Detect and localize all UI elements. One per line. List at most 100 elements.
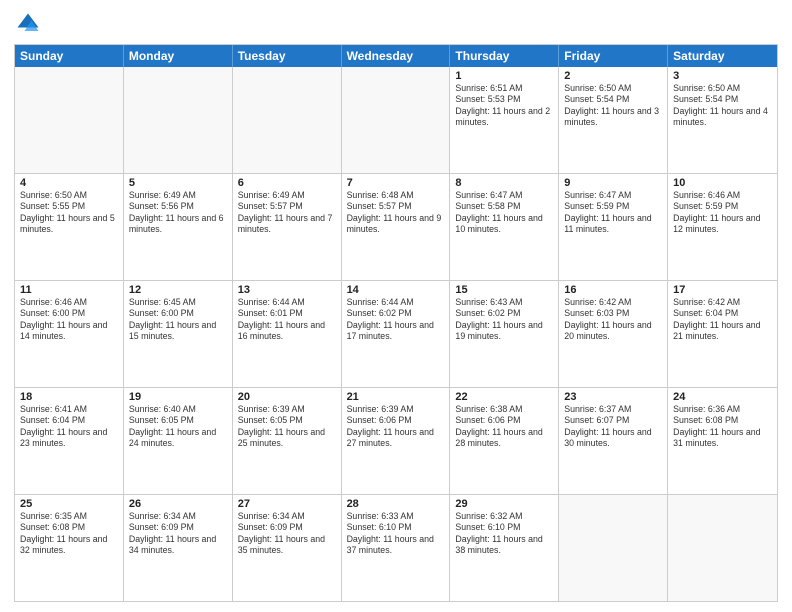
cell-info: Sunrise: 6:47 AM Sunset: 5:58 PM Dayligh… [455,190,553,236]
calendar-cell: 16Sunrise: 6:42 AM Sunset: 6:03 PM Dayli… [559,281,668,387]
day-number: 7 [347,177,445,189]
cell-info: Sunrise: 6:42 AM Sunset: 6:04 PM Dayligh… [673,297,772,343]
day-number: 14 [347,284,445,296]
day-number: 28 [347,498,445,510]
calendar-body: 1Sunrise: 6:51 AM Sunset: 5:53 PM Daylig… [15,67,777,601]
cell-info: Sunrise: 6:49 AM Sunset: 5:56 PM Dayligh… [129,190,227,236]
cell-info: Sunrise: 6:49 AM Sunset: 5:57 PM Dayligh… [238,190,336,236]
cell-info: Sunrise: 6:39 AM Sunset: 6:06 PM Dayligh… [347,404,445,450]
logo-icon [14,10,42,38]
calendar-cell [668,495,777,601]
day-number: 1 [455,70,553,82]
day-number: 11 [20,284,118,296]
day-number: 6 [238,177,336,189]
cell-info: Sunrise: 6:51 AM Sunset: 5:53 PM Dayligh… [455,83,553,129]
calendar-cell: 6Sunrise: 6:49 AM Sunset: 5:57 PM Daylig… [233,174,342,280]
cell-info: Sunrise: 6:41 AM Sunset: 6:04 PM Dayligh… [20,404,118,450]
day-number: 16 [564,284,662,296]
cell-info: Sunrise: 6:50 AM Sunset: 5:55 PM Dayligh… [20,190,118,236]
calendar-cell: 7Sunrise: 6:48 AM Sunset: 5:57 PM Daylig… [342,174,451,280]
calendar-header-cell: Thursday [450,45,559,67]
calendar-cell: 23Sunrise: 6:37 AM Sunset: 6:07 PM Dayli… [559,388,668,494]
calendar-header-cell: Tuesday [233,45,342,67]
day-number: 5 [129,177,227,189]
day-number: 10 [673,177,772,189]
calendar-cell: 18Sunrise: 6:41 AM Sunset: 6:04 PM Dayli… [15,388,124,494]
calendar-cell: 27Sunrise: 6:34 AM Sunset: 6:09 PM Dayli… [233,495,342,601]
cell-info: Sunrise: 6:39 AM Sunset: 6:05 PM Dayligh… [238,404,336,450]
day-number: 2 [564,70,662,82]
calendar-cell: 14Sunrise: 6:44 AM Sunset: 6:02 PM Dayli… [342,281,451,387]
calendar-cell: 20Sunrise: 6:39 AM Sunset: 6:05 PM Dayli… [233,388,342,494]
header [14,10,778,38]
day-number: 29 [455,498,553,510]
calendar-cell: 24Sunrise: 6:36 AM Sunset: 6:08 PM Dayli… [668,388,777,494]
calendar-row: 25Sunrise: 6:35 AM Sunset: 6:08 PM Dayli… [15,494,777,601]
calendar-cell [233,67,342,173]
cell-info: Sunrise: 6:50 AM Sunset: 5:54 PM Dayligh… [673,83,772,129]
calendar-cell: 8Sunrise: 6:47 AM Sunset: 5:58 PM Daylig… [450,174,559,280]
day-number: 4 [20,177,118,189]
calendar-cell [15,67,124,173]
calendar-cell: 3Sunrise: 6:50 AM Sunset: 5:54 PM Daylig… [668,67,777,173]
calendar-cell: 28Sunrise: 6:33 AM Sunset: 6:10 PM Dayli… [342,495,451,601]
cell-info: Sunrise: 6:48 AM Sunset: 5:57 PM Dayligh… [347,190,445,236]
day-number: 20 [238,391,336,403]
calendar-cell: 12Sunrise: 6:45 AM Sunset: 6:00 PM Dayli… [124,281,233,387]
cell-info: Sunrise: 6:46 AM Sunset: 5:59 PM Dayligh… [673,190,772,236]
day-number: 25 [20,498,118,510]
cell-info: Sunrise: 6:37 AM Sunset: 6:07 PM Dayligh… [564,404,662,450]
calendar-header: SundayMondayTuesdayWednesdayThursdayFrid… [15,45,777,67]
calendar-cell [124,67,233,173]
day-number: 18 [20,391,118,403]
cell-info: Sunrise: 6:33 AM Sunset: 6:10 PM Dayligh… [347,511,445,557]
calendar-cell: 13Sunrise: 6:44 AM Sunset: 6:01 PM Dayli… [233,281,342,387]
calendar-header-cell: Sunday [15,45,124,67]
cell-info: Sunrise: 6:46 AM Sunset: 6:00 PM Dayligh… [20,297,118,343]
calendar-cell: 25Sunrise: 6:35 AM Sunset: 6:08 PM Dayli… [15,495,124,601]
day-number: 21 [347,391,445,403]
calendar-header-cell: Wednesday [342,45,451,67]
calendar-cell: 4Sunrise: 6:50 AM Sunset: 5:55 PM Daylig… [15,174,124,280]
day-number: 3 [673,70,772,82]
calendar-cell: 11Sunrise: 6:46 AM Sunset: 6:00 PM Dayli… [15,281,124,387]
cell-info: Sunrise: 6:45 AM Sunset: 6:00 PM Dayligh… [129,297,227,343]
day-number: 22 [455,391,553,403]
cell-info: Sunrise: 6:34 AM Sunset: 6:09 PM Dayligh… [238,511,336,557]
day-number: 27 [238,498,336,510]
cell-info: Sunrise: 6:35 AM Sunset: 6:08 PM Dayligh… [20,511,118,557]
calendar-cell: 19Sunrise: 6:40 AM Sunset: 6:05 PM Dayli… [124,388,233,494]
calendar-header-cell: Saturday [668,45,777,67]
cell-info: Sunrise: 6:40 AM Sunset: 6:05 PM Dayligh… [129,404,227,450]
calendar-cell: 1Sunrise: 6:51 AM Sunset: 5:53 PM Daylig… [450,67,559,173]
calendar: SundayMondayTuesdayWednesdayThursdayFrid… [14,44,778,602]
cell-info: Sunrise: 6:44 AM Sunset: 6:02 PM Dayligh… [347,297,445,343]
cell-info: Sunrise: 6:50 AM Sunset: 5:54 PM Dayligh… [564,83,662,129]
calendar-header-cell: Monday [124,45,233,67]
calendar-row: 4Sunrise: 6:50 AM Sunset: 5:55 PM Daylig… [15,173,777,280]
calendar-header-cell: Friday [559,45,668,67]
day-number: 24 [673,391,772,403]
calendar-cell: 22Sunrise: 6:38 AM Sunset: 6:06 PM Dayli… [450,388,559,494]
page: SundayMondayTuesdayWednesdayThursdayFrid… [0,0,792,612]
day-number: 8 [455,177,553,189]
calendar-cell [559,495,668,601]
cell-info: Sunrise: 6:44 AM Sunset: 6:01 PM Dayligh… [238,297,336,343]
calendar-row: 11Sunrise: 6:46 AM Sunset: 6:00 PM Dayli… [15,280,777,387]
day-number: 13 [238,284,336,296]
cell-info: Sunrise: 6:38 AM Sunset: 6:06 PM Dayligh… [455,404,553,450]
calendar-cell: 15Sunrise: 6:43 AM Sunset: 6:02 PM Dayli… [450,281,559,387]
calendar-cell: 17Sunrise: 6:42 AM Sunset: 6:04 PM Dayli… [668,281,777,387]
day-number: 19 [129,391,227,403]
day-number: 26 [129,498,227,510]
calendar-cell: 21Sunrise: 6:39 AM Sunset: 6:06 PM Dayli… [342,388,451,494]
cell-info: Sunrise: 6:43 AM Sunset: 6:02 PM Dayligh… [455,297,553,343]
day-number: 9 [564,177,662,189]
calendar-cell: 10Sunrise: 6:46 AM Sunset: 5:59 PM Dayli… [668,174,777,280]
calendar-cell: 26Sunrise: 6:34 AM Sunset: 6:09 PM Dayli… [124,495,233,601]
calendar-cell [342,67,451,173]
calendar-cell: 2Sunrise: 6:50 AM Sunset: 5:54 PM Daylig… [559,67,668,173]
calendar-row: 18Sunrise: 6:41 AM Sunset: 6:04 PM Dayli… [15,387,777,494]
calendar-row: 1Sunrise: 6:51 AM Sunset: 5:53 PM Daylig… [15,67,777,173]
cell-info: Sunrise: 6:34 AM Sunset: 6:09 PM Dayligh… [129,511,227,557]
